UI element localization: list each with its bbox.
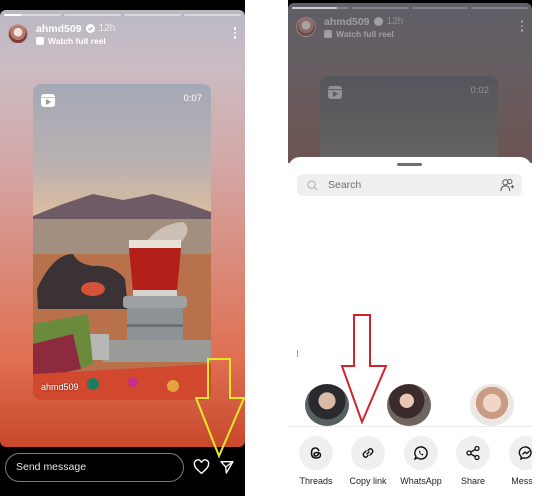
contact-avatar[interactable]	[305, 384, 349, 426]
whatsapp-icon	[413, 446, 428, 461]
watch-full-reel-label: Watch full reel	[48, 35, 106, 46]
story-header: ahmd509 12h Watch full reel	[8, 21, 237, 47]
share-icon	[466, 445, 480, 461]
send-icon[interactable]	[219, 459, 235, 475]
story-progress	[4, 14, 241, 16]
story-screen: ahmd509 12h Watch full reel 0:07 ahmd509…	[0, 0, 245, 496]
reel-icon	[36, 36, 44, 45]
progress-segment	[351, 7, 409, 9]
divider	[288, 426, 532, 427]
messenger-button[interactable]: Messer	[498, 436, 532, 486]
progress-segment	[184, 14, 241, 16]
story-header: ahmd509 12h Watch full reel	[296, 14, 524, 40]
reel-image	[33, 194, 211, 400]
contact-avatar[interactable]	[387, 384, 431, 426]
messenger-icon	[518, 446, 532, 461]
messenger-label: Messer	[511, 476, 532, 486]
screenshot-stage: ahmd509 12h Watch full reel 0:07 ahmd509…	[0, 0, 542, 500]
story-background: ahmd509 12h Watch full reel 0:07 ahmd509	[0, 10, 245, 447]
verified-badge-icon	[85, 24, 95, 33]
contact-avatar[interactable]	[470, 384, 514, 426]
text-cursor	[297, 350, 298, 357]
reel-author: ahmd509	[41, 382, 79, 392]
progress-segment	[411, 7, 469, 9]
send-message-input[interactable]: Send message	[5, 453, 184, 482]
link-icon	[362, 448, 374, 458]
search-input[interactable]: Search	[328, 179, 500, 191]
story-progress	[292, 7, 528, 9]
progress-segment	[124, 14, 181, 16]
avatar	[296, 17, 316, 37]
time-ago: 12h	[386, 16, 404, 27]
reels-icon	[328, 86, 342, 99]
threads-icon	[310, 447, 322, 459]
heart-icon[interactable]	[193, 459, 210, 475]
reels-icon	[41, 94, 55, 107]
reel-icon	[324, 29, 332, 38]
reel-duration: 0:07	[183, 93, 203, 104]
whatsapp-button[interactable]: WhatsApp	[393, 436, 449, 486]
threads-label: Threads	[299, 476, 333, 486]
watch-full-reel-link[interactable]: Watch full reel	[36, 36, 115, 46]
whatsapp-label: WhatsApp	[400, 476, 442, 486]
progress-segment	[4, 14, 61, 16]
add-people-icon[interactable]	[500, 178, 516, 192]
username: ahmd509	[324, 15, 370, 28]
share-actions-row: Threads Copy link WhatsApp Share Mess	[288, 436, 532, 496]
share-sheet: Search Threads Copy link WhatsApp Share …	[288, 157, 532, 500]
username[interactable]: ahmd509	[36, 23, 82, 35]
reel-preview-card[interactable]: 0:07 ahmd509	[33, 84, 211, 400]
time-ago: 12h	[98, 23, 116, 34]
threads-button[interactable]: Threads	[288, 436, 344, 486]
sheet-drag-handle[interactable]	[397, 163, 422, 166]
share-label: Share	[460, 476, 486, 486]
share-button[interactable]: Share	[445, 436, 501, 486]
copy-link-label: Copy link	[349, 476, 387, 486]
contacts-row	[288, 384, 532, 426]
progress-segment	[471, 7, 528, 9]
progress-segment	[64, 14, 121, 16]
avatar[interactable]	[8, 24, 28, 44]
share-screen: ahmd509 12h Watch full reel 0:02 Search …	[288, 0, 532, 500]
verified-badge-icon	[373, 17, 383, 26]
message-bar: Send message	[0, 447, 245, 496]
reel-duration: 0:02	[470, 85, 490, 96]
progress-segment	[292, 7, 349, 9]
watch-full-reel-link: Watch full reel	[324, 29, 403, 39]
story-background-dimmed: ahmd509 12h Watch full reel 0:02	[288, 3, 532, 196]
more-vertical-icon[interactable]	[233, 27, 237, 39]
more-vertical-icon	[520, 20, 524, 32]
search-icon	[307, 179, 318, 190]
watch-full-reel-label: Watch full reel	[336, 28, 394, 39]
search-field[interactable]: Search	[297, 174, 522, 196]
copy-link-button[interactable]: Copy link	[340, 436, 396, 486]
